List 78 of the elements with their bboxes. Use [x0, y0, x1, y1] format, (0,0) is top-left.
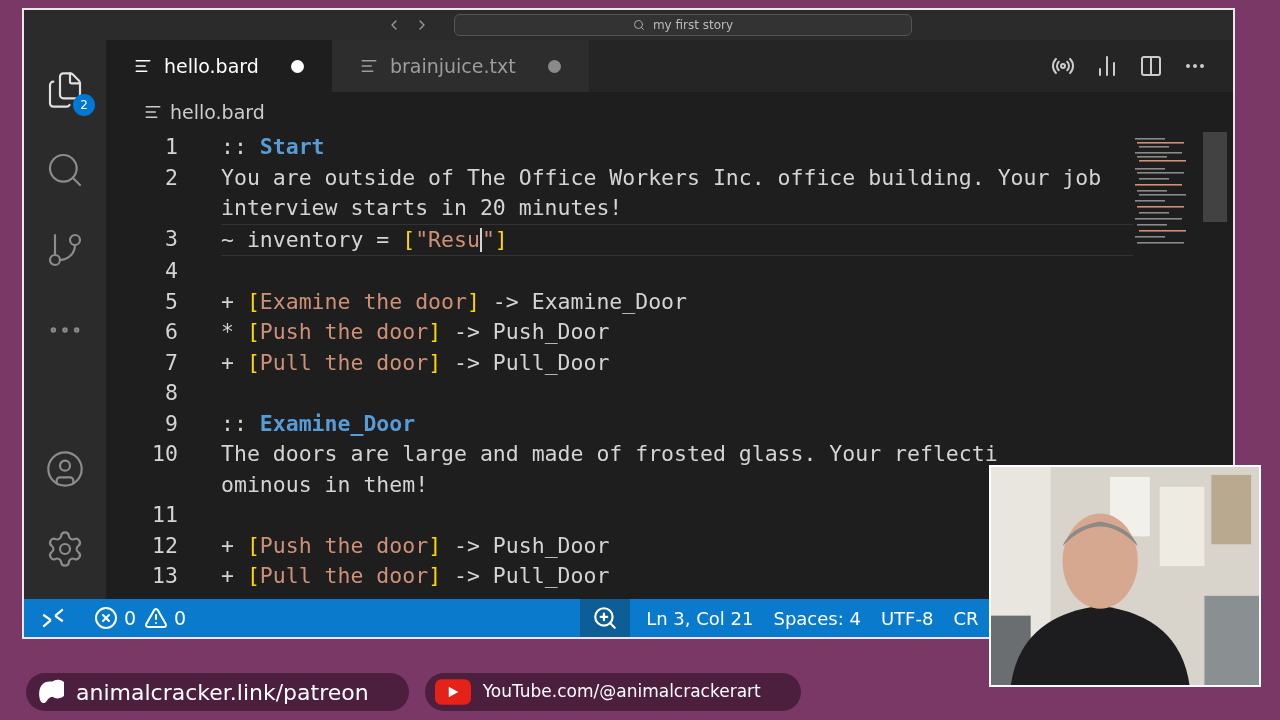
- line-number: 6: [164, 318, 178, 346]
- code-token: +: [221, 562, 235, 590]
- code-token: ]: [428, 531, 442, 560]
- line-number: 3: [164, 224, 178, 253]
- code-token: Examine_Door: [259, 409, 416, 438]
- line-number: 4: [164, 257, 178, 285]
- breadcrumb[interactable]: hello.bard: [170, 97, 265, 127]
- command-search-field[interactable]: my first story: [454, 14, 912, 36]
- code-token: ": [481, 225, 495, 254]
- scrollbar[interactable]: [1203, 132, 1227, 222]
- code-token: [: [246, 318, 260, 346]
- text-cursor: [479, 227, 482, 252]
- error-count[interactable]: 0: [124, 603, 137, 633]
- editor-tab[interactable]: brainjuice.txt: [331, 40, 589, 92]
- code-token: ]: [428, 318, 442, 346]
- file-icon: [144, 103, 162, 121]
- file-icon: [134, 57, 152, 75]
- code-token: Start: [259, 133, 325, 161]
- code-token: ::: [221, 133, 248, 161]
- code-token: +: [221, 531, 235, 560]
- code-token: -> Pull_Door: [453, 562, 610, 590]
- code-token: Push the door: [259, 318, 429, 346]
- line-number: 8: [164, 379, 178, 407]
- split-editor-icon[interactable]: [1139, 54, 1163, 78]
- editor-tab[interactable]: hello.bard: [106, 40, 332, 92]
- search-icon: [632, 19, 645, 31]
- link-text[interactable]: YouTube.com/@animalcrackerart: [482, 679, 761, 705]
- code-token: ::: [221, 409, 248, 438]
- youtube-icon: [434, 679, 471, 705]
- code-token: ]: [466, 287, 480, 316]
- code-token: Push the door: [259, 531, 429, 560]
- code-token: ]: [428, 348, 442, 377]
- line-number: 1: [164, 133, 178, 161]
- code-token: ominous in them!: [221, 470, 429, 499]
- code-token: [: [246, 531, 260, 560]
- code-token: You are outside of The Office Workers Inc. office building. Your job: [221, 163, 1102, 192]
- line-number: 12: [151, 531, 178, 560]
- line-number: 10: [151, 440, 178, 468]
- status-item[interactable]: CR: [953, 604, 979, 632]
- code-token: Pull the door: [259, 348, 429, 377]
- patreon-icon: [36, 678, 64, 706]
- warning-count[interactable]: 0: [174, 603, 187, 633]
- code-token: -> Push_Door: [453, 318, 610, 346]
- line-number: 9: [164, 409, 178, 438]
- line-number: 13: [151, 562, 178, 590]
- code-token: interview starts in 20 minutes!: [221, 194, 623, 222]
- file-icon: [359, 57, 378, 75]
- link-text[interactable]: animalcracker.link/patreon: [76, 675, 369, 709]
- status-item[interactable]: Spaces: 4: [773, 604, 861, 632]
- code-token: ]: [428, 562, 442, 590]
- code-token: [: [246, 562, 260, 590]
- code-token: +: [221, 348, 235, 377]
- status-item[interactable]: Ln 3, Col 21: [646, 604, 754, 632]
- line-number: 5: [164, 287, 178, 316]
- code-token: -> Push_Door: [453, 531, 610, 560]
- line-number: 7: [164, 348, 178, 377]
- line-number: 11: [151, 501, 178, 529]
- code-token: -> Pull_Door: [453, 348, 610, 377]
- code-token: [: [246, 348, 260, 377]
- code-token: *: [221, 318, 235, 346]
- warning-icon[interactable]: [144, 606, 169, 630]
- code-token: The doors are large and made of frosted glass. Your reflecti: [221, 440, 998, 468]
- code-token: [: [402, 225, 416, 254]
- code-token: [: [246, 287, 260, 316]
- code-token: ]: [494, 225, 508, 254]
- error-icon[interactable]: [94, 606, 118, 630]
- code-token: Examine the door: [259, 287, 467, 316]
- status-item[interactable]: UTF-8: [880, 604, 934, 632]
- code-token: "Resu: [415, 225, 480, 254]
- zoom-icon: [592, 605, 619, 631]
- code-token: ~ inventory =: [221, 225, 391, 254]
- account-icon[interactable]: [45, 449, 85, 489]
- zoom-button[interactable]: [580, 599, 631, 637]
- line-number: 2: [164, 163, 178, 192]
- badge: 2: [73, 94, 95, 116]
- code-token: Pull the door: [259, 562, 429, 590]
- code-token: -> Examine_Door: [491, 287, 687, 316]
- code-token: +: [221, 287, 235, 316]
